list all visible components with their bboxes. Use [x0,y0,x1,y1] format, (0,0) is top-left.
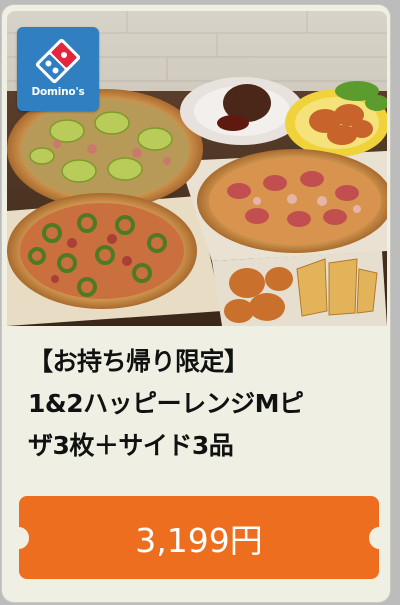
page-background: Domino's 【お持ち帰り限定】 1&2ハッピーレンジMピ ザ3枚＋サイド3… [0,0,400,605]
ticket-notch-left [9,527,29,549]
logo-text: Domino's [31,86,85,98]
coupon-title-line-2: 1&2ハッピーレンジMピ [28,389,304,418]
price-button[interactable]: 3,199円 [9,496,389,579]
food-photo: Domino's [7,11,387,326]
price-label: 3,199円 [135,520,263,560]
domino-tile-icon [35,38,81,84]
coupon-card[interactable]: Domino's 【お持ち帰り限定】 1&2ハッピーレンジMピ ザ3枚＋サイド3… [2,5,390,602]
ticket-notch-right [369,527,389,549]
dominos-logo: Domino's [17,27,99,111]
coupon-title-line-3: ザ3枚＋サイド3品 [28,431,234,460]
coupon-title-line-1: 【お持ち帰り限定】 [28,347,249,376]
coupon-title: 【お持ち帰り限定】 1&2ハッピーレンジMピ ザ3枚＋サイド3品 [28,341,378,467]
